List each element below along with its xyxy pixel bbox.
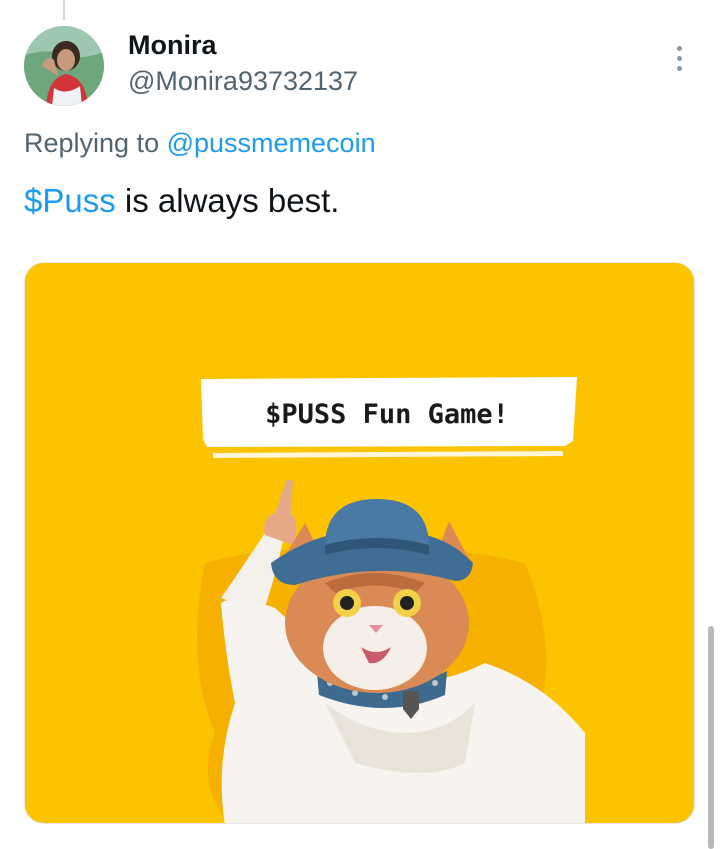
replying-handle-link[interactable]: @pussmemecoin (167, 128, 376, 158)
thread-connector-line (63, 0, 65, 20)
author-handle[interactable]: @Monira93732137 (128, 66, 358, 97)
tweet-text: $Puss is always best. (24, 182, 339, 220)
tweet-media-image[interactable]: $PUSS Fun Game! (24, 262, 695, 824)
puss-game-illustration: $PUSS Fun Game! (25, 263, 694, 823)
scrollbar[interactable] (708, 626, 714, 849)
banner-title: $PUSS Fun Game! (265, 399, 509, 430)
cashtag-link[interactable]: $Puss (24, 182, 116, 219)
avatar-image (24, 26, 104, 106)
replying-prefix: Replying to (24, 128, 167, 158)
author-name[interactable]: Monira (128, 30, 217, 61)
avatar[interactable] (24, 26, 104, 106)
more-options-icon[interactable] (664, 40, 694, 76)
tweet-text-rest: is always best. (115, 182, 340, 219)
replying-to: Replying to @pussmemecoin (24, 128, 376, 159)
